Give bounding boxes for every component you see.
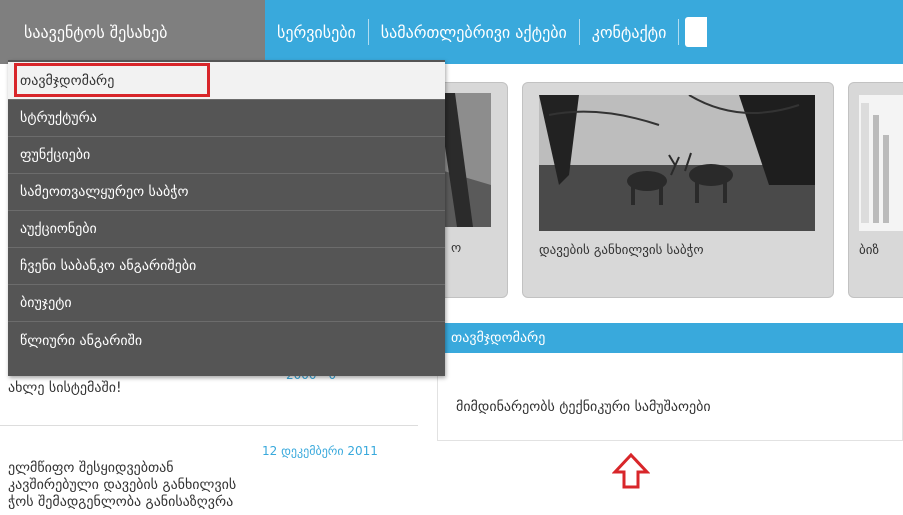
- slider-card-3[interactable]: ბიზ: [848, 82, 903, 298]
- status-panel: მიმდინარეობს ტექნიკური სამუშაოები: [437, 353, 903, 441]
- nav-tab-about[interactable]: საავენტოს შესახებ: [0, 0, 265, 64]
- up-arrow-icon: [612, 452, 650, 489]
- card-photo: [859, 95, 903, 231]
- card-photo: [539, 95, 815, 231]
- nav-tab-services[interactable]: სერვისები: [265, 0, 368, 64]
- section-title: თავმჯდომარე: [451, 330, 546, 346]
- card-caption: დავების განხილვის საბჭო: [539, 243, 704, 258]
- menu-item-chairman[interactable]: თავმჯდომარე: [8, 62, 445, 100]
- card-caption: ო: [451, 241, 462, 256]
- menu-item-annual-report[interactable]: წლიური ანგარიში: [8, 322, 445, 359]
- menu-item-budget[interactable]: ბიუჯეტი: [8, 285, 445, 322]
- menu-item-supervisory-board[interactable]: სამეოთვალყურეო საბჭო: [8, 174, 445, 211]
- slider-card-2[interactable]: დავების განხილვის საბჭო: [522, 82, 834, 298]
- section-title-bar: თავმჯდომარე: [437, 323, 903, 353]
- news-item-text[interactable]: ჭოს შემადგენლობა განისაზღვრა: [8, 494, 233, 510]
- news-date: 12 დეკემბერი 2011: [262, 444, 378, 458]
- nav-tab-legal-acts[interactable]: სამართლებრივი აქტები: [369, 0, 579, 64]
- nav-search-box[interactable]: [685, 17, 708, 47]
- top-navigation: საავენტოს შესახებ სერვისები სამართლებრივ…: [0, 0, 903, 64]
- news-item-text[interactable]: კავშირებული დავების განხილვის: [8, 477, 236, 493]
- nav-separator: [678, 19, 680, 45]
- about-dropdown-menu: თავმჯდომარე სტრუქტურა ფუნქციები სამეოთვა…: [8, 60, 445, 376]
- menu-item-structure[interactable]: სტრუქტურა: [8, 100, 445, 137]
- nav-tab-contact[interactable]: კონტაქტი: [580, 0, 679, 64]
- card-caption: ბიზ: [859, 243, 879, 258]
- news-item-text[interactable]: ახლე სისტემაში!: [8, 380, 122, 396]
- page: საავენტოს შესახებ სერვისები სამართლებრივ…: [0, 0, 903, 515]
- menu-item-functions[interactable]: ფუნქციები: [8, 137, 445, 174]
- news-divider: [0, 425, 418, 426]
- menu-item-bank-accounts[interactable]: ჩვენი საბანკო ანგარიშები: [8, 248, 445, 285]
- menu-item-auctions[interactable]: აუქციონები: [8, 211, 445, 248]
- status-message: მიმდინარეობს ტექნიკური სამუშაოები: [456, 399, 711, 415]
- news-item-text[interactable]: ელმწიფო შესყიდვებთან: [8, 460, 174, 476]
- news-list: 2000 - 0 ახლე სისტემაში! 12 დეკემბერი 20…: [0, 360, 418, 515]
